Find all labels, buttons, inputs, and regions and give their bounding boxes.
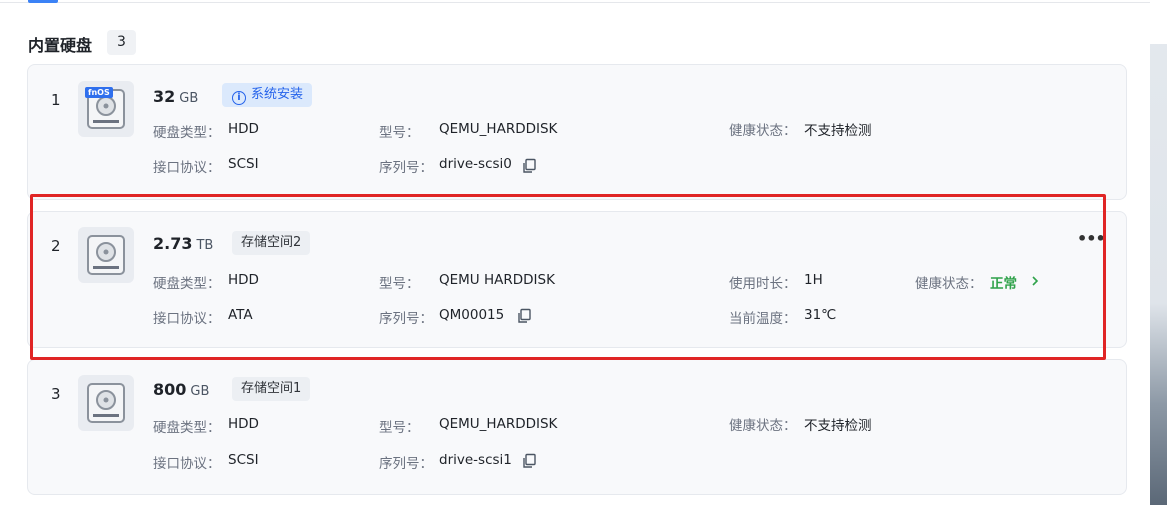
disk-type-label: 硬盘类型：: [153, 420, 221, 436]
serial-label: 序列号：: [379, 456, 433, 472]
temperature-label: 当前温度：: [729, 311, 797, 327]
serial-label: 序列号：: [379, 160, 433, 176]
temperature-value: 31℃: [804, 307, 837, 323]
copy-icon[interactable]: [521, 158, 537, 174]
window-edge: [1150, 0, 1167, 44]
disk-type-value: HDD: [228, 416, 259, 432]
disk-index: 2: [51, 237, 61, 255]
capacity-unit: TB: [196, 238, 214, 253]
health-value: 不支持检测: [804, 123, 872, 139]
copy-icon[interactable]: [516, 308, 532, 324]
interface-value: SCSI: [228, 156, 259, 172]
serial-value: drive-scsi1: [439, 452, 512, 468]
uptime-label: 使用时长：: [729, 276, 797, 292]
model-label: 型号：: [379, 276, 420, 292]
health-value: 不支持检测: [804, 418, 872, 434]
model-label: 型号：: [379, 420, 420, 436]
active-tab-indicator: [28, 0, 58, 3]
hdd-icon: fnOS: [78, 81, 134, 137]
health-label: 健康状态：: [915, 276, 983, 292]
model-value: QEMU HARDDISK: [439, 272, 555, 288]
disk-card-2[interactable]: 2 2.73 TB 存储空间2 ••• 硬盘类型： HDD 型号： QEMU HA…: [27, 211, 1127, 348]
serial-value: QM00015: [439, 307, 505, 323]
disk-management-page: 内置硬盘 3 1 fnOS 32 GB i 系统安装 硬盘类型： HDD 型号： Q…: [0, 0, 1150, 505]
interface-value: ATA: [228, 307, 253, 323]
capacity-unit: GB: [190, 384, 210, 399]
system-install-tag: i 系统安装: [222, 83, 313, 107]
serial-label: 序列号：: [379, 311, 433, 327]
health-label: 健康状态：: [729, 123, 797, 139]
section-title: 内置硬盘: [28, 36, 93, 55]
disk-card-1[interactable]: 1 fnOS 32 GB i 系统安装 硬盘类型： HDD 型号： QEMU_HAR…: [27, 64, 1127, 200]
disk-capacity: 800 GB: [153, 380, 210, 399]
disk-capacity: 32 GB: [153, 87, 199, 106]
disk-type-label: 硬盘类型：: [153, 276, 221, 292]
model-value: QEMU_HARDDISK: [439, 121, 558, 137]
disk-type-label: 硬盘类型：: [153, 125, 221, 141]
disk-count-badge: 3: [107, 30, 136, 55]
interface-value: SCSI: [228, 452, 259, 468]
more-options-button[interactable]: •••: [1077, 229, 1106, 248]
disk-index: 1: [51, 91, 61, 109]
background-wallpaper-edge: [1150, 0, 1167, 505]
hdd-icon: [78, 227, 134, 283]
info-icon: i: [232, 91, 246, 105]
disk-capacity: 2.73 TB: [153, 234, 214, 253]
interface-label: 接口协议：: [153, 160, 221, 176]
disk-index: 3: [51, 385, 61, 403]
copy-icon[interactable]: [521, 453, 537, 469]
interface-label: 接口协议：: [153, 311, 221, 327]
serial-value: drive-scsi0: [439, 156, 512, 172]
disk-type-value: HDD: [228, 272, 259, 288]
health-status-link[interactable]: 正常: [990, 272, 1017, 292]
model-label: 型号：: [379, 125, 420, 141]
storage-space-tag: 存储空间2: [232, 231, 311, 255]
fnos-badge: fnOS: [85, 87, 113, 98]
disk-card-3[interactable]: 3 800 GB 存储空间1 硬盘类型： HDD 型号： QEMU_HARDDIS…: [27, 359, 1127, 495]
disk-type-value: HDD: [228, 121, 259, 137]
interface-label: 接口协议：: [153, 456, 221, 472]
capacity-unit: GB: [179, 91, 199, 106]
tab-bar-divider: [0, 0, 1150, 3]
uptime-value: 1H: [804, 272, 823, 288]
hdd-icon: [78, 375, 134, 431]
model-value: QEMU_HARDDISK: [439, 416, 558, 432]
health-label: 健康状态：: [729, 418, 797, 434]
chevron-right-icon[interactable]: [1029, 275, 1041, 287]
storage-space-tag: 存储空间1: [232, 377, 311, 401]
